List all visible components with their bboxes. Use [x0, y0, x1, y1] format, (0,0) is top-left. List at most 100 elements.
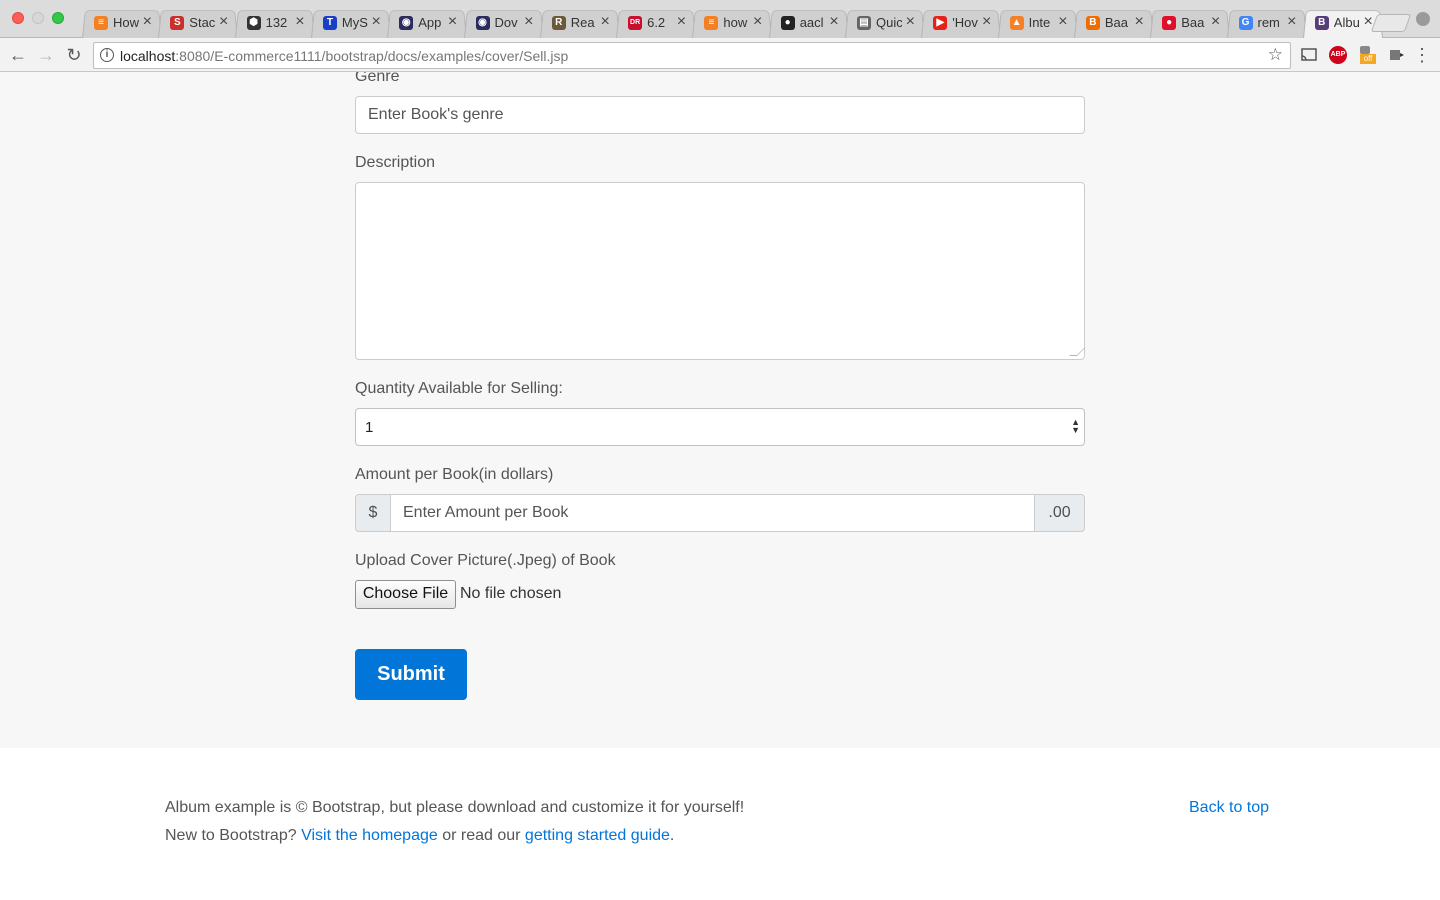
browser-tab[interactable]: ● aacl ×: [768, 8, 849, 38]
tab-title: Baa: [1181, 15, 1205, 30]
tab-title: Stac: [189, 15, 216, 30]
close-tab-icon[interactable]: ×: [143, 13, 152, 31]
new-tab-button[interactable]: [1370, 14, 1412, 32]
browser-tab[interactable]: B Albu ×: [1302, 8, 1383, 38]
browser-tab[interactable]: ▲ Inte ×: [997, 8, 1078, 38]
homepage-link[interactable]: Visit the homepage: [301, 827, 438, 844]
browser-tab[interactable]: ● Baa ×: [1150, 8, 1231, 38]
tab-title: Inte: [1028, 15, 1051, 30]
browser-tab[interactable]: ≡ how ×: [692, 8, 773, 38]
getting-started-link[interactable]: getting started guide: [525, 827, 670, 844]
tab-favicon-icon: B: [1085, 16, 1100, 30]
close-tab-icon[interactable]: ×: [906, 13, 915, 31]
close-tab-icon[interactable]: ×: [829, 13, 838, 31]
browser-tab[interactable]: ◉ App ×: [387, 8, 468, 38]
footer-links-line: New to Bootstrap? Visit the homepage or …: [165, 827, 674, 845]
close-tab-icon[interactable]: ×: [295, 13, 304, 31]
close-tab-icon[interactable]: ×: [1058, 13, 1067, 31]
browser-tab[interactable]: B Baa ×: [1073, 8, 1154, 38]
forward-icon[interactable]: →: [35, 44, 57, 66]
off-extension-icon[interactable]: off: [1358, 46, 1376, 64]
back-to-top-link[interactable]: Back to top: [1189, 799, 1269, 817]
browser-tab[interactable]: ◉ Dov ×: [463, 8, 544, 38]
browser-tab[interactable]: ▶ 'Hov ×: [921, 8, 1002, 38]
close-tab-icon[interactable]: ×: [1211, 13, 1220, 31]
tab-title: 6.2: [647, 15, 666, 30]
tab-favicon-icon: ≡: [94, 16, 108, 30]
amount-placeholder: Enter Amount per Book: [403, 504, 569, 521]
url-path: :8080/E-commerce1111/bootstrap/docs/exam…: [175, 48, 569, 64]
tab-favicon-icon: DR: [628, 16, 643, 30]
bookmark-star-icon[interactable]: ☆: [1268, 45, 1283, 65]
cents-addon: .00: [1034, 494, 1085, 532]
close-tab-icon[interactable]: ×: [1287, 13, 1296, 31]
tab-title: 'Hov: [952, 15, 978, 30]
quantity-label: Quantity Available for Selling:: [355, 380, 563, 397]
tab-favicon-icon: ▤: [857, 16, 871, 30]
resize-grip-icon[interactable]: [1069, 348, 1085, 356]
browser-tab[interactable]: ⬢ 132 ×: [234, 8, 315, 38]
tab-favicon-icon: B: [1314, 16, 1329, 30]
close-tab-icon[interactable]: ×: [753, 13, 762, 31]
browser-tab[interactable]: DR 6.2 ×: [616, 8, 697, 38]
browser-tab[interactable]: R Rea ×: [539, 8, 620, 38]
close-tab-icon[interactable]: ×: [524, 13, 533, 31]
amount-label: Amount per Book(in dollars): [355, 466, 554, 483]
close-tab-icon[interactable]: ×: [1135, 13, 1144, 31]
maximize-window-button[interactable]: [52, 12, 64, 24]
tab-favicon-icon: ●: [780, 16, 795, 30]
tab-favicon-icon: ≡: [704, 16, 719, 30]
submit-button[interactable]: Submit: [355, 649, 467, 700]
browser-tab[interactable]: Grem ×: [1226, 8, 1307, 38]
amount-input[interactable]: Enter Amount per Book: [390, 494, 1035, 532]
quantity-value: 1: [365, 419, 374, 436]
choose-file-button[interactable]: Choose File: [355, 580, 456, 609]
tab-title: App: [418, 15, 442, 30]
close-tab-icon[interactable]: ×: [982, 13, 991, 31]
tab-favicon-icon: ◉: [399, 16, 414, 30]
puzzle-extension-icon[interactable]: [1387, 46, 1405, 64]
quantity-select[interactable]: 1 ▲ ▼: [355, 408, 1085, 446]
file-status: No file chosen: [460, 585, 562, 602]
url-text[interactable]: localhost:8080/E-commerce1111/bootstrap/…: [120, 48, 568, 64]
close-tab-icon[interactable]: ×: [600, 13, 609, 31]
browser-tabstrip: ≡ How × S Stac × ⬢ 132 × T MyS × ◉ App × ◉ Dov × R Rea × DR 6.…: [0, 0, 1440, 38]
browser-tab[interactable]: S Stac ×: [158, 8, 239, 38]
tab-favicon-icon: ▲: [1009, 16, 1024, 30]
adblock-icon[interactable]: ABP: [1329, 46, 1347, 64]
tab-favicon-icon: T: [322, 16, 337, 30]
tab-title: MyS: [341, 15, 368, 30]
tab-favicon-icon: S: [170, 16, 185, 30]
off-badge: off: [1360, 54, 1376, 64]
tab-title: Baa: [1104, 15, 1129, 30]
tab-favicon-icon: ⬢: [246, 16, 261, 30]
site-info-icon[interactable]: i: [100, 48, 114, 62]
browser-tab[interactable]: ▤ Quic ×: [845, 8, 925, 38]
description-label: Description: [355, 154, 436, 171]
menu-icon[interactable]: ⋮: [1413, 46, 1431, 64]
browser-tab[interactable]: T MyS ×: [310, 8, 391, 38]
close-tab-icon[interactable]: ×: [219, 13, 228, 31]
cast-icon[interactable]: [1300, 46, 1318, 64]
close-window-button[interactable]: [12, 12, 24, 24]
tab-title: How: [113, 15, 139, 30]
close-tab-icon[interactable]: ×: [372, 13, 381, 31]
page-content: Genre Enter Book's genre Description Qua…: [0, 72, 1440, 900]
tab-title: 132: [265, 15, 288, 30]
description-textarea[interactable]: [355, 182, 1085, 360]
footer-suffix: .: [669, 827, 675, 844]
tab-title: how: [723, 15, 748, 30]
minimize-window-button[interactable]: [32, 12, 44, 24]
address-bar[interactable]: i localhost:8080/E-commerce1111/bootstra…: [93, 42, 1291, 69]
tab-title: Quic: [876, 15, 902, 30]
reload-icon[interactable]: ↻: [63, 44, 85, 66]
browser-tab[interactable]: ≡ How ×: [82, 8, 162, 38]
profile-icon[interactable]: [1416, 12, 1430, 26]
genre-input[interactable]: Enter Book's genre: [355, 96, 1085, 134]
back-icon[interactable]: ←: [7, 44, 29, 66]
dollar-addon: $: [355, 494, 391, 532]
close-tab-icon[interactable]: ×: [677, 13, 686, 31]
browser-toolbar: ← → ↻ i localhost:8080/E-commerce1111/bo…: [0, 38, 1440, 72]
tab-title: Dov: [494, 15, 518, 30]
close-tab-icon[interactable]: ×: [448, 13, 457, 31]
